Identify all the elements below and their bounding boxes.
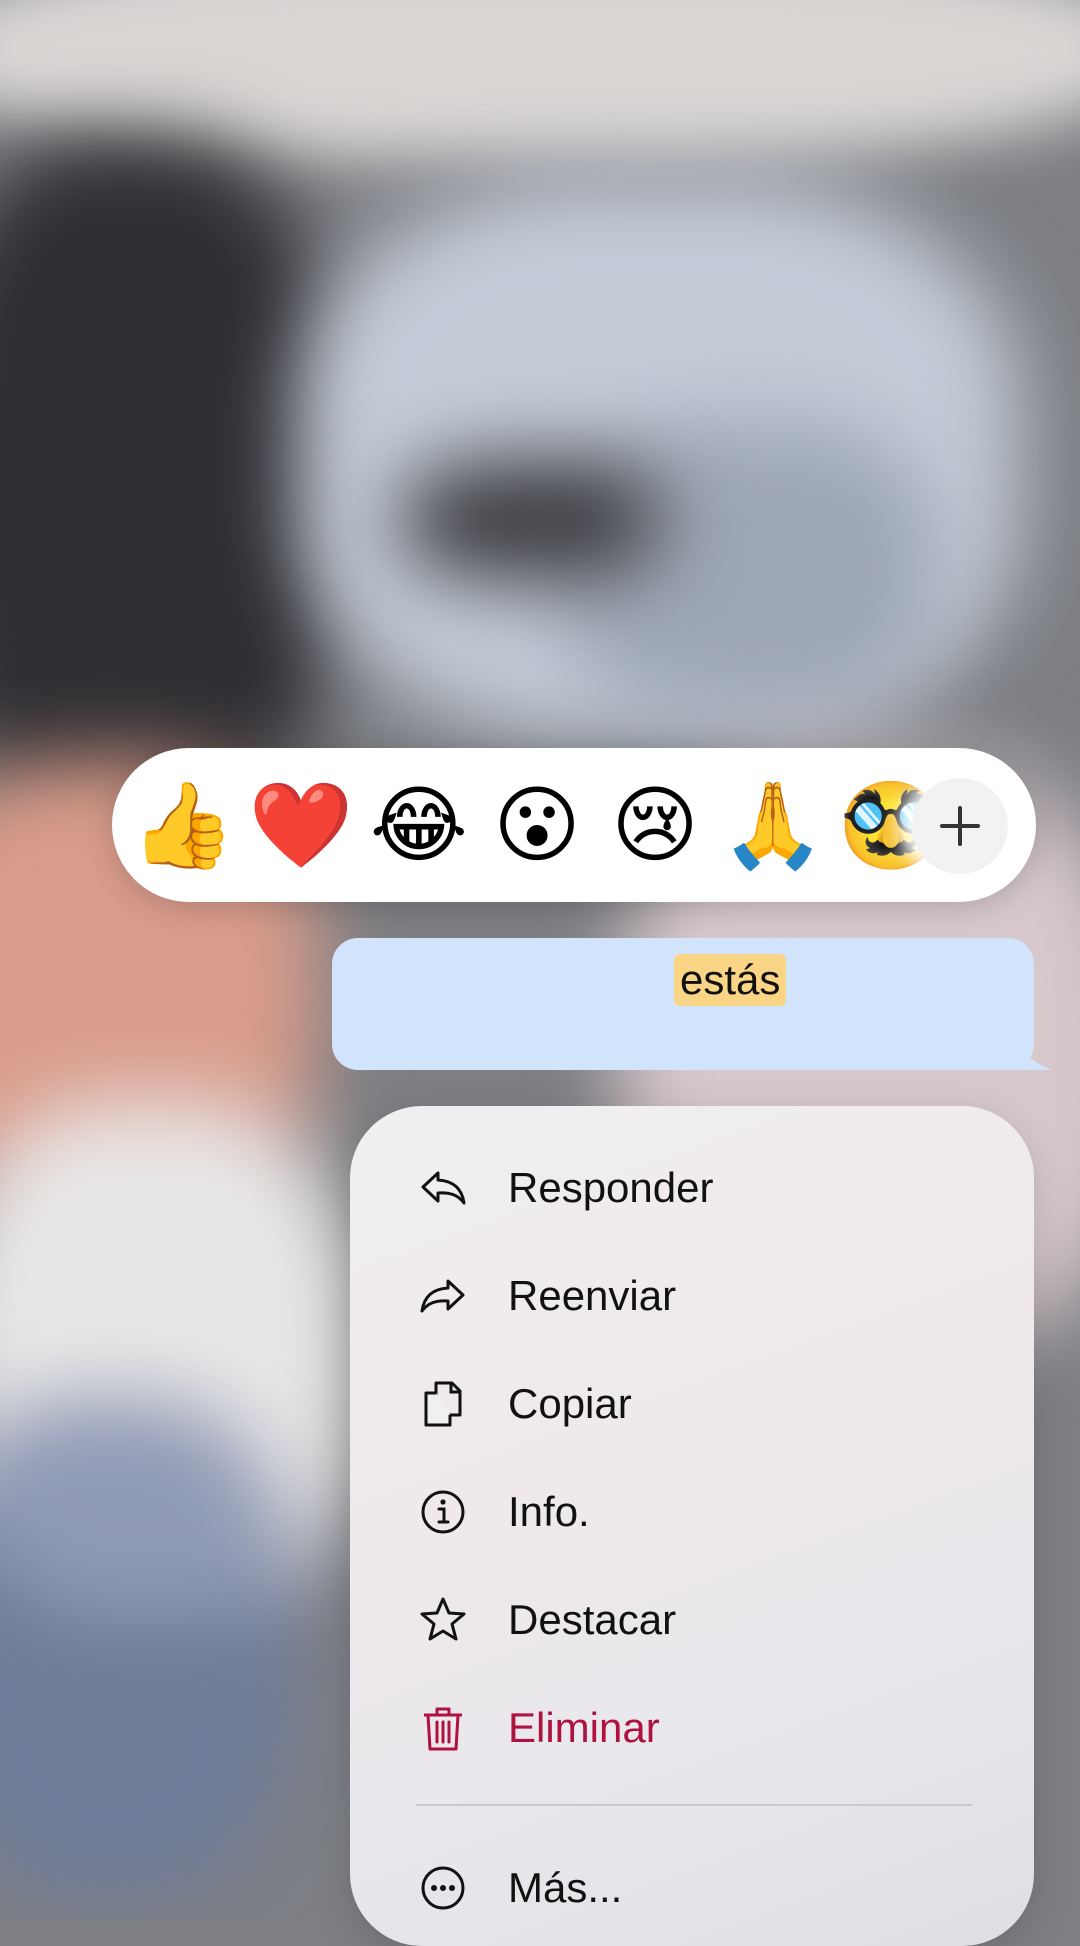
menu-item-copy[interactable]: Copiar — [350, 1350, 1034, 1458]
menu-item-delete[interactable]: Eliminar — [350, 1674, 1034, 1782]
menu-item-label: Info. — [508, 1488, 590, 1535]
copy-icon — [424, 1381, 462, 1427]
star-icon — [420, 1597, 466, 1641]
reaction-heart[interactable]: ❤️ — [248, 772, 354, 878]
menu-item-label: Responder — [508, 1164, 714, 1211]
reaction-crying[interactable]: 😢 — [602, 772, 708, 878]
more-icon — [421, 1866, 465, 1910]
forward-icon — [420, 1279, 465, 1313]
info-icon — [421, 1490, 465, 1534]
menu-item-label: Eliminar — [508, 1704, 660, 1751]
trash-icon — [424, 1707, 462, 1751]
menu-item-label: Destacar — [508, 1596, 677, 1643]
reaction-laughing[interactable]: 😂 — [366, 772, 472, 878]
reaction-bar: 👍 ❤️ 😂 😮 😢 🙏 🥸 — [112, 748, 1036, 902]
bubble-tail — [1012, 1026, 1052, 1070]
reaction-pray[interactable]: 🙏 — [720, 772, 826, 878]
menu-item-star[interactable]: Destacar — [350, 1566, 1034, 1674]
menu-item-more[interactable]: Más... — [350, 1834, 1034, 1942]
reaction-surprised[interactable]: 😮 — [484, 772, 590, 878]
menu-item-label: Más... — [508, 1864, 623, 1911]
menu-divider — [416, 1804, 972, 1806]
plus-icon — [940, 806, 980, 846]
context-menu: Responder Reenviar Copiar Info. Destacar — [350, 1106, 1034, 1946]
menu-item-forward[interactable]: Reenviar — [350, 1242, 1034, 1350]
menu-item-info[interactable]: Info. — [350, 1458, 1034, 1566]
menu-item-label: Copiar — [508, 1380, 632, 1427]
menu-item-label: Reenviar — [508, 1272, 677, 1319]
more-reactions-button[interactable] — [912, 778, 1008, 874]
reaction-thumbs-up[interactable]: 👍 — [130, 772, 236, 878]
reply-icon — [421, 1171, 466, 1205]
message-text-highlighted: estás — [674, 954, 787, 1006]
menu-item-reply[interactable]: Responder — [350, 1134, 1034, 1242]
